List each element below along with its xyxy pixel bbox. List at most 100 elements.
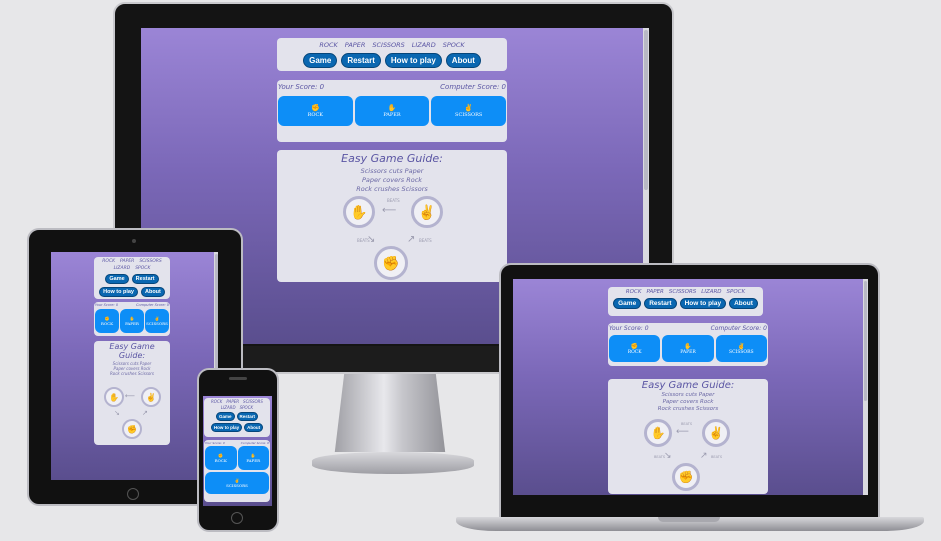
laptop-scroll-thumb[interactable] bbox=[864, 281, 867, 401]
nav-link-scissors[interactable]: SCISSORS bbox=[139, 259, 161, 264]
nav-link-paper[interactable]: PAPER bbox=[345, 41, 366, 49]
tablet-header: ROCK PAPER SCISSORS LIZARD SPOCK Game Re… bbox=[94, 257, 170, 299]
nav-link-paper[interactable]: PAPER bbox=[226, 399, 239, 404]
paper-choice-button[interactable]: ✋ PAPER bbox=[354, 96, 430, 126]
hand-paper-icon: ✋ bbox=[684, 342, 692, 350]
rock-choice-button[interactable]: ✊ ROCK bbox=[95, 309, 119, 333]
about-button[interactable]: About bbox=[140, 287, 165, 297]
desktop-scroll-thumb[interactable] bbox=[644, 30, 648, 190]
nav-link-lizard[interactable]: LIZARD bbox=[221, 405, 236, 410]
how-to-play-button[interactable]: How to play bbox=[99, 287, 138, 297]
player-score: Your Score: 0 bbox=[609, 325, 649, 332]
about-button[interactable]: About bbox=[244, 423, 264, 432]
paper-diagram-icon: ✋ bbox=[343, 196, 375, 228]
rock-choice-button[interactable]: ✊ ROCK bbox=[609, 335, 661, 362]
computer-score: Computer Score: 0 bbox=[440, 83, 506, 91]
scissors-choice-button[interactable]: ✌ SCISSORS bbox=[145, 309, 169, 333]
nav-link-spock[interactable]: SPOCK bbox=[727, 289, 746, 295]
player-score: Your Score: 0 bbox=[278, 83, 325, 91]
nav-link-rock[interactable]: ROCK bbox=[102, 259, 115, 264]
arrow-label: BEATS bbox=[357, 238, 370, 243]
nav-link-lizard[interactable]: LIZARD bbox=[412, 41, 436, 49]
nav-link-paper[interactable]: PAPER bbox=[646, 289, 663, 295]
scissors-diagram-icon: ✌ bbox=[141, 387, 161, 407]
player-score: Your Score: 0 bbox=[95, 303, 119, 307]
desktop-guide-panel: Easy Game Guide: Scissors cuts Paper Pap… bbox=[277, 150, 507, 282]
restart-button[interactable]: Restart bbox=[644, 298, 677, 309]
scissors-diagram-icon: ✌ bbox=[702, 419, 730, 447]
scissors-choice-button[interactable]: ✌ SCISSORS bbox=[715, 335, 767, 362]
paper-choice-button[interactable]: ✋ PAPER bbox=[237, 446, 269, 470]
guide-line: Scissors cuts Paper bbox=[661, 392, 715, 398]
restart-button[interactable]: Restart bbox=[341, 53, 381, 68]
monitor-stand-neck bbox=[334, 372, 446, 452]
arrow-up-right-icon: ↗ bbox=[700, 451, 708, 461]
scissors-choice-button[interactable]: ✌ SCISSORS bbox=[431, 96, 507, 126]
hand-rock-icon: ✊ bbox=[630, 342, 639, 350]
guide-line: Paper covers Rock bbox=[361, 176, 423, 184]
desktop-header: ROCK PAPER SCISSORS LIZARD SPOCK Game Re… bbox=[277, 38, 507, 71]
about-button[interactable]: About bbox=[729, 298, 758, 309]
tablet-scroll-thumb[interactable] bbox=[215, 254, 218, 374]
restart-button[interactable]: Restart bbox=[236, 412, 259, 421]
nav-link-spock[interactable]: SPOCK bbox=[240, 405, 254, 410]
how-to-play-button[interactable]: How to play bbox=[384, 53, 442, 68]
guide-line: Rock crushes Scissors bbox=[356, 185, 428, 193]
game-button[interactable]: Game bbox=[105, 274, 129, 284]
tablet-home-button[interactable] bbox=[127, 488, 139, 500]
phone-screen: ROCK PAPER SCISSORS LIZARD SPOCK Game Re… bbox=[203, 396, 272, 506]
phone-home-button[interactable] bbox=[231, 512, 243, 524]
nav-link-lizard[interactable]: LIZARD bbox=[701, 289, 721, 295]
tablet-screen: ROCK PAPER SCISSORS LIZARD SPOCK Game Re… bbox=[51, 252, 218, 480]
nav-link-paper[interactable]: PAPER bbox=[120, 259, 134, 264]
nav-link-scissors[interactable]: SCISSORS bbox=[372, 41, 404, 49]
paper-choice-button[interactable]: ✋ PAPER bbox=[662, 335, 714, 362]
tablet-camera bbox=[132, 239, 136, 243]
how-to-play-button[interactable]: How to play bbox=[679, 298, 727, 309]
nav-link-lizard[interactable]: LIZARD bbox=[114, 266, 131, 271]
rock-choice-button[interactable]: ✊ ROCK bbox=[278, 96, 353, 126]
paper-choice-button[interactable]: ✋ PAPER bbox=[120, 309, 144, 333]
rock-diagram-icon: ✊ bbox=[672, 463, 700, 491]
computer-score: Computer Score: 0 bbox=[240, 441, 269, 445]
phone-speaker bbox=[229, 377, 247, 380]
game-button[interactable]: Game bbox=[303, 53, 338, 68]
guide-line: Rock crushes Scissors bbox=[109, 371, 155, 376]
arrow-label: BEATS bbox=[711, 455, 723, 459]
guide-title: Easy Game Guide: bbox=[641, 380, 735, 391]
phone-game-panel: Your Score: 0 Computer Score: 0 ✊ ROCK ✋ P… bbox=[204, 440, 270, 502]
hand-paper-icon: ✋ bbox=[387, 104, 397, 112]
game-button[interactable]: Game bbox=[215, 412, 235, 421]
hand-scissors-icon: ✌ bbox=[737, 342, 746, 350]
desktop-game-panel: Your Score: 0 Computer Score: 0 ✊ ROCK ✋… bbox=[277, 80, 507, 142]
nav-link-rock[interactable]: ROCK bbox=[211, 399, 222, 404]
nav-link-rock[interactable]: ROCK bbox=[319, 41, 337, 49]
nav-link-rock[interactable]: ROCK bbox=[626, 289, 642, 295]
scissors-choice-button[interactable]: ✌ SCISSORS bbox=[205, 472, 269, 494]
rock-choice-button[interactable]: ✊ ROCK bbox=[205, 446, 237, 470]
laptop-header: ROCK PAPER SCISSORS LIZARD SPOCK Game Re… bbox=[608, 287, 763, 316]
arrow-left-icon: ⟵ bbox=[382, 205, 397, 216]
paper-diagram-icon: ✋ bbox=[104, 387, 124, 407]
about-button[interactable]: About bbox=[445, 53, 481, 68]
nav-link-scissors[interactable]: SCISSORS bbox=[669, 289, 696, 295]
tablet-guide-panel: Easy Game Guide: Scissors cuts Paper Pap… bbox=[94, 341, 170, 445]
guide-line: Rock crushes Scissors bbox=[657, 406, 719, 412]
nav-link-spock[interactable]: SPOCK bbox=[135, 266, 150, 271]
arrow-down-right-icon: ↘ bbox=[664, 451, 672, 461]
paper-diagram-icon: ✋ bbox=[644, 419, 672, 447]
nav-link-scissors[interactable]: SCISSORS bbox=[243, 399, 263, 404]
scissors-diagram-icon: ✌ bbox=[411, 196, 443, 228]
arrow-left-icon: ⟵ bbox=[125, 392, 136, 400]
arrow-label: BEATS bbox=[387, 198, 400, 203]
restart-button[interactable]: Restart bbox=[131, 274, 159, 284]
how-to-play-button[interactable]: How to play bbox=[210, 423, 243, 432]
game-button[interactable]: Game bbox=[613, 298, 642, 309]
phone-header: ROCK PAPER SCISSORS LIZARD SPOCK Game Re… bbox=[204, 398, 270, 437]
arrow-down-right-icon: ↘ bbox=[114, 409, 120, 417]
arrow-label: BEATS bbox=[654, 455, 666, 459]
guide-line: Scissors cuts Paper bbox=[360, 167, 424, 175]
tablet-game-panel: Your Score: 0 Computer Score: 0 ✊ ROCK ✋ P… bbox=[94, 302, 170, 336]
nav-link-spock[interactable]: SPOCK bbox=[443, 41, 465, 49]
monitor-stand-base bbox=[312, 452, 474, 474]
